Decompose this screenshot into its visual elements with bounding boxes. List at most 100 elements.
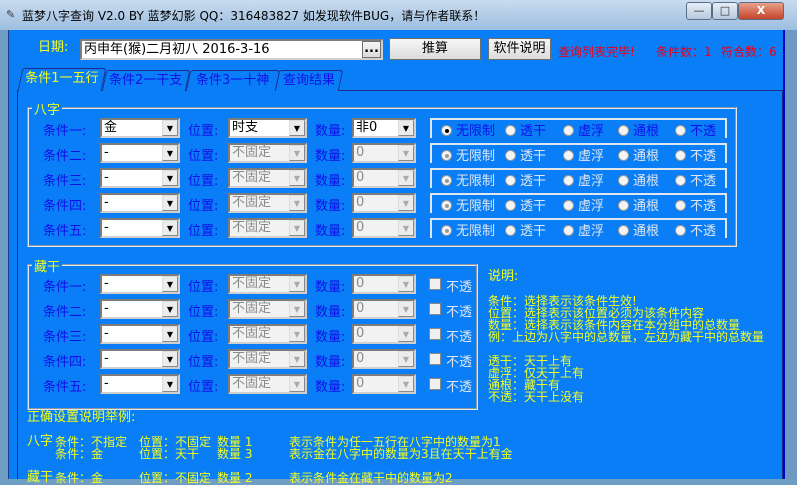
condition-select[interactable]: - ▼ xyxy=(100,143,180,163)
chevron-down-icon[interactable]: ▼ xyxy=(398,145,414,161)
quantity-select[interactable]: 0 ▼ xyxy=(352,193,416,213)
minimize-button[interactable]: — xyxy=(686,2,712,20)
condition-select[interactable]: - ▼ xyxy=(100,274,180,294)
radio-option[interactable]: 虚浮 xyxy=(563,170,604,189)
condition-select[interactable]: - ▼ xyxy=(100,324,180,344)
condition-select[interactable]: 金 ▼ xyxy=(100,118,180,138)
calc-button[interactable]: 推算 xyxy=(389,38,481,60)
quantity-select[interactable]: 0 ▼ xyxy=(352,143,416,163)
quantity-select[interactable]: 0 ▼ xyxy=(352,349,416,369)
radio-option[interactable]: 不透 xyxy=(675,220,716,239)
chevron-down-icon[interactable]: ▼ xyxy=(162,326,178,342)
chevron-down-icon[interactable]: ▼ xyxy=(289,120,305,136)
position-select[interactable]: 不固定 ▼ xyxy=(228,374,307,394)
quantity-select[interactable]: 0 ▼ xyxy=(352,324,416,344)
chevron-down-icon[interactable]: ▼ xyxy=(162,195,178,211)
chevron-down-icon[interactable]: ▼ xyxy=(162,276,178,292)
quantity-select[interactable]: 0 ▼ xyxy=(352,299,416,319)
chevron-down-icon[interactable]: ▼ xyxy=(289,170,305,186)
radio-option[interactable]: 虚浮 xyxy=(563,145,604,164)
tab-wuxing[interactable]: 条件1一五行 xyxy=(17,68,107,91)
chevron-down-icon[interactable]: ▼ xyxy=(162,145,178,161)
radio-option[interactable]: 虚浮 xyxy=(563,120,604,139)
quantity-select[interactable]: 0 ▼ xyxy=(352,274,416,294)
date-input[interactable]: 丙申年(猴)二月初八 2016-3-16 ... xyxy=(80,39,383,60)
chevron-down-icon[interactable]: ▼ xyxy=(289,376,305,392)
radio-option[interactable]: 透干 xyxy=(505,120,546,139)
chevron-down-icon[interactable]: ▼ xyxy=(162,220,178,236)
radio-option[interactable]: 透干 xyxy=(505,195,546,214)
chevron-down-icon[interactable]: ▼ xyxy=(398,276,414,292)
radio-option[interactable]: 不透 xyxy=(675,145,716,164)
chevron-down-icon[interactable]: ▼ xyxy=(162,376,178,392)
maximize-button[interactable]: □ xyxy=(712,2,738,20)
chevron-down-icon[interactable]: ▼ xyxy=(398,120,414,136)
radio-option[interactable]: 通根 xyxy=(618,170,659,189)
chevron-down-icon[interactable]: ▼ xyxy=(289,351,305,367)
position-select[interactable]: 不固定 ▼ xyxy=(228,168,307,188)
condition-select[interactable]: - ▼ xyxy=(100,218,180,238)
condition-select[interactable]: - ▼ xyxy=(100,299,180,319)
browse-date-button[interactable]: ... xyxy=(362,41,381,58)
chevron-down-icon[interactable]: ▼ xyxy=(289,326,305,342)
position-select[interactable]: 不固定 ▼ xyxy=(228,349,307,369)
radio-option[interactable]: 不透 xyxy=(675,195,716,214)
quantity-select[interactable]: 0 ▼ xyxy=(352,374,416,394)
chevron-down-icon[interactable]: ▼ xyxy=(398,376,414,392)
not-through-checkbox[interactable] xyxy=(429,303,441,315)
quantity-select[interactable]: 非0 ▼ xyxy=(352,118,416,138)
not-through-checkbox[interactable] xyxy=(429,278,441,290)
not-through-checkbox[interactable] xyxy=(429,353,441,365)
radio-option[interactable]: 无限制 xyxy=(441,120,495,139)
position-select[interactable]: 不固定 ▼ xyxy=(228,143,307,163)
radio-option[interactable]: 无限制 xyxy=(441,145,495,164)
condition-select[interactable]: - ▼ xyxy=(100,193,180,213)
position-select[interactable]: 不固定 ▼ xyxy=(228,218,307,238)
radio-option[interactable]: 不透 xyxy=(675,120,716,139)
radio-option[interactable]: 通根 xyxy=(618,195,659,214)
radio-option[interactable]: 不透 xyxy=(675,170,716,189)
radio-option[interactable]: 无限制 xyxy=(441,195,495,214)
quantity-select[interactable]: 0 ▼ xyxy=(352,218,416,238)
chevron-down-icon[interactable]: ▼ xyxy=(289,220,305,236)
chevron-down-icon[interactable]: ▼ xyxy=(289,145,305,161)
close-button[interactable]: X xyxy=(738,2,784,20)
radio-option[interactable]: 无限制 xyxy=(441,220,495,239)
chevron-down-icon[interactable]: ▼ xyxy=(162,170,178,186)
not-through-checkbox[interactable] xyxy=(429,378,441,390)
position-select[interactable]: 不固定 ▼ xyxy=(228,274,307,294)
not-through-checkbox[interactable] xyxy=(429,328,441,340)
radio-option[interactable]: 通根 xyxy=(618,145,659,164)
chevron-down-icon[interactable]: ▼ xyxy=(162,351,178,367)
chevron-down-icon[interactable]: ▼ xyxy=(398,301,414,317)
radio-option[interactable]: 通根 xyxy=(618,120,659,139)
radio-option[interactable]: 透干 xyxy=(505,170,546,189)
radio-option[interactable]: 透干 xyxy=(505,220,546,239)
chevron-down-icon[interactable]: ▼ xyxy=(398,351,414,367)
tab-shishen[interactable]: 条件3一十神 xyxy=(185,70,281,91)
position-select[interactable]: 时支 ▼ xyxy=(228,118,307,138)
radio-option[interactable]: 虚浮 xyxy=(563,195,604,214)
tab-ganzhi[interactable]: 条件2一干支 xyxy=(101,70,191,91)
position-select[interactable]: 不固定 ▼ xyxy=(228,193,307,213)
chevron-down-icon[interactable]: ▼ xyxy=(398,170,414,186)
chevron-down-icon[interactable]: ▼ xyxy=(398,220,414,236)
chevron-down-icon[interactable]: ▼ xyxy=(162,120,178,136)
condition-select[interactable]: - ▼ xyxy=(100,349,180,369)
radio-option[interactable]: 虚浮 xyxy=(563,220,604,239)
radio-option[interactable]: 无限制 xyxy=(441,170,495,189)
chevron-down-icon[interactable]: ▼ xyxy=(398,195,414,211)
condition-select[interactable]: - ▼ xyxy=(100,374,180,394)
chevron-down-icon[interactable]: ▼ xyxy=(289,276,305,292)
radio-option[interactable]: 透干 xyxy=(505,145,546,164)
chevron-down-icon[interactable]: ▼ xyxy=(289,301,305,317)
condition-select[interactable]: - ▼ xyxy=(100,168,180,188)
radio-option[interactable]: 通根 xyxy=(618,220,659,239)
chevron-down-icon[interactable]: ▼ xyxy=(162,301,178,317)
help-button[interactable]: 软件说明 xyxy=(488,38,551,60)
position-select[interactable]: 不固定 ▼ xyxy=(228,299,307,319)
chevron-down-icon[interactable]: ▼ xyxy=(289,195,305,211)
tab-results[interactable]: 查询结果 xyxy=(274,70,344,91)
position-select[interactable]: 不固定 ▼ xyxy=(228,324,307,344)
chevron-down-icon[interactable]: ▼ xyxy=(398,326,414,342)
